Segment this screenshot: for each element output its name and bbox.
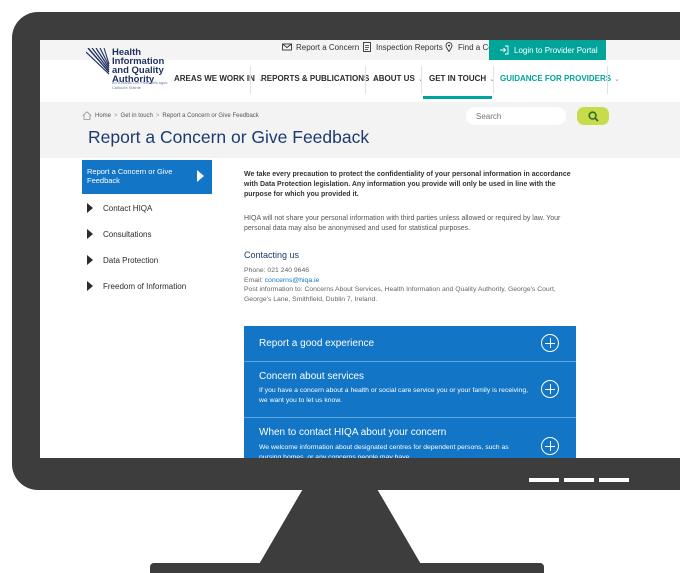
post-line: Post information to: Concerns About Serv… — [244, 286, 556, 303]
breadcrumb-home[interactable]: Home — [95, 113, 111, 119]
monitor-base — [150, 563, 544, 573]
inspection-reports-label: Inspection Reports — [376, 42, 443, 52]
logo-wordmark: Health Information and Quality Authority — [112, 48, 164, 85]
sidebar-item-consultations[interactable]: Consultations — [87, 229, 151, 239]
hiqa-logo[interactable]: Health Information and Quality Authority… — [86, 40, 196, 102]
nav-divider — [493, 66, 494, 94]
accordion-concern-about-services[interactable]: Concern about services If you have a con… — [244, 362, 576, 417]
phone-line: Phone: 021 240 9646 — [244, 267, 310, 274]
chevron-down-icon: ⌄ — [614, 75, 620, 83]
accordion-description: If you have a concern about a health or … — [259, 387, 528, 404]
nav-get-in-touch[interactable]: GET IN TOUCH⌄ — [429, 74, 495, 83]
monitor-illustration: Report a Concern Inspection Reports Find… — [0, 0, 680, 573]
triangle-right-icon — [197, 170, 204, 182]
plus-circle-icon — [541, 437, 559, 455]
monitor-neck — [258, 490, 422, 566]
nav-label: ABOUT US — [373, 74, 415, 83]
map-pin-icon — [445, 42, 453, 52]
nav-active-indicator — [423, 96, 492, 99]
website-screen: Report a Concern Inspection Reports Find… — [40, 40, 680, 458]
triangle-right-icon — [87, 229, 93, 239]
sidebar-item-contact-hiqa[interactable]: Contact HIQA — [87, 203, 152, 213]
nav-label: GET IN TOUCH — [429, 74, 487, 83]
contacting-us-heading: Contacting us — [244, 250, 300, 260]
sidebar-item-freedom-of-information[interactable]: Freedom of Information — [87, 281, 186, 291]
accordion-title: Concern about services — [259, 371, 365, 382]
sidebar-item-label: Consultations — [103, 229, 152, 239]
sidebar-item-label: Data Protection — [103, 255, 159, 265]
nav-divider — [607, 66, 608, 94]
contact-details: Phone: 021 240 9646 Email: concerns@hiqa… — [244, 266, 584, 304]
triangle-right-icon — [87, 281, 93, 291]
search-icon — [587, 110, 599, 122]
nav-divider — [365, 66, 366, 94]
sidebar-item-label: Report a Concern or Give Feedback — [87, 167, 173, 185]
email-link[interactable]: concerns@hiqa.ie — [265, 277, 320, 284]
intro-bold-text: We take every precaution to protect the … — [244, 171, 571, 198]
nav-guidance-for-providers[interactable]: GUIDANCE FOR PROVIDERS ⌄ — [500, 74, 620, 83]
nav-divider — [250, 66, 251, 94]
nav-label: REPORTS & PUBLICATIONS — [261, 74, 370, 83]
accordion-description: We welcome information about designated … — [259, 444, 509, 458]
email-line: Email: concerns@hiqa.ie — [244, 276, 584, 286]
accordion-good-experience[interactable]: Report a good experience — [244, 326, 576, 361]
nav-label: AREAS WE WORK IN — [174, 74, 255, 83]
sidebar-item-label: Freedom of Information — [103, 281, 187, 291]
plus-circle-icon — [541, 334, 559, 352]
logo-irish-subtitle: An tÚdarás Um Fhaisnéis agus Cáilíocht S… — [112, 80, 168, 90]
breadcrumb-get-in-touch[interactable]: Get in touch — [121, 113, 153, 119]
sidebar-item-data-protection[interactable]: Data Protection — [87, 255, 158, 265]
breadcrumb: Home > Get in touch > Report a Concern o… — [82, 111, 259, 120]
page-title: Report a Concern or Give Feedback — [88, 127, 370, 147]
envelope-icon — [282, 43, 292, 51]
bezel-dash — [564, 478, 594, 482]
accordion-when-to-contact[interactable]: When to contact HIQA about your concern … — [244, 418, 576, 458]
inspection-reports-link[interactable]: Inspection Reports — [362, 42, 443, 52]
report-concern-label: Report a Concern — [296, 42, 360, 52]
breadcrumb-current: Report a Concern or Give Feedback — [162, 112, 259, 119]
home-icon — [82, 111, 92, 120]
accordion-title: Report a good experience — [259, 338, 375, 349]
accordion-title: When to contact HIQA about your concern — [259, 427, 447, 438]
search-button[interactable] — [577, 107, 609, 125]
sidebar-item-label: Contact HIQA — [103, 203, 153, 213]
breadcrumb-separator: > — [155, 112, 160, 119]
provider-portal-login-button[interactable]: Login to Provider Portal — [489, 40, 606, 60]
email-label: Email: — [244, 276, 265, 284]
login-label: Login to Provider Portal — [514, 45, 598, 55]
nav-about-us[interactable]: ABOUT US⌄ — [373, 74, 424, 83]
document-icon — [363, 42, 371, 52]
breadcrumb-separator: > — [114, 112, 118, 119]
nav-label: GUIDANCE FOR PROVIDERS — [500, 74, 612, 83]
logo-fan-icon — [86, 48, 110, 75]
plus-circle-icon — [541, 380, 559, 398]
report-concern-link[interactable]: Report a Concern — [282, 42, 359, 52]
nav-reports-publications[interactable]: REPORTS & PUBLICATIONS ⌄ — [261, 74, 378, 83]
triangle-right-icon — [87, 203, 93, 213]
bezel-dash — [529, 478, 559, 482]
sidebar-item-report-concern[interactable]: Report a Concern or Give Feedback — [82, 160, 212, 194]
bezel-dash — [599, 478, 629, 482]
triangle-right-icon — [87, 255, 93, 265]
intro-text: HIQA will not share your personal inform… — [244, 215, 561, 232]
search-input[interactable] — [466, 107, 566, 125]
login-icon — [500, 45, 509, 55]
nav-divider — [421, 66, 422, 94]
